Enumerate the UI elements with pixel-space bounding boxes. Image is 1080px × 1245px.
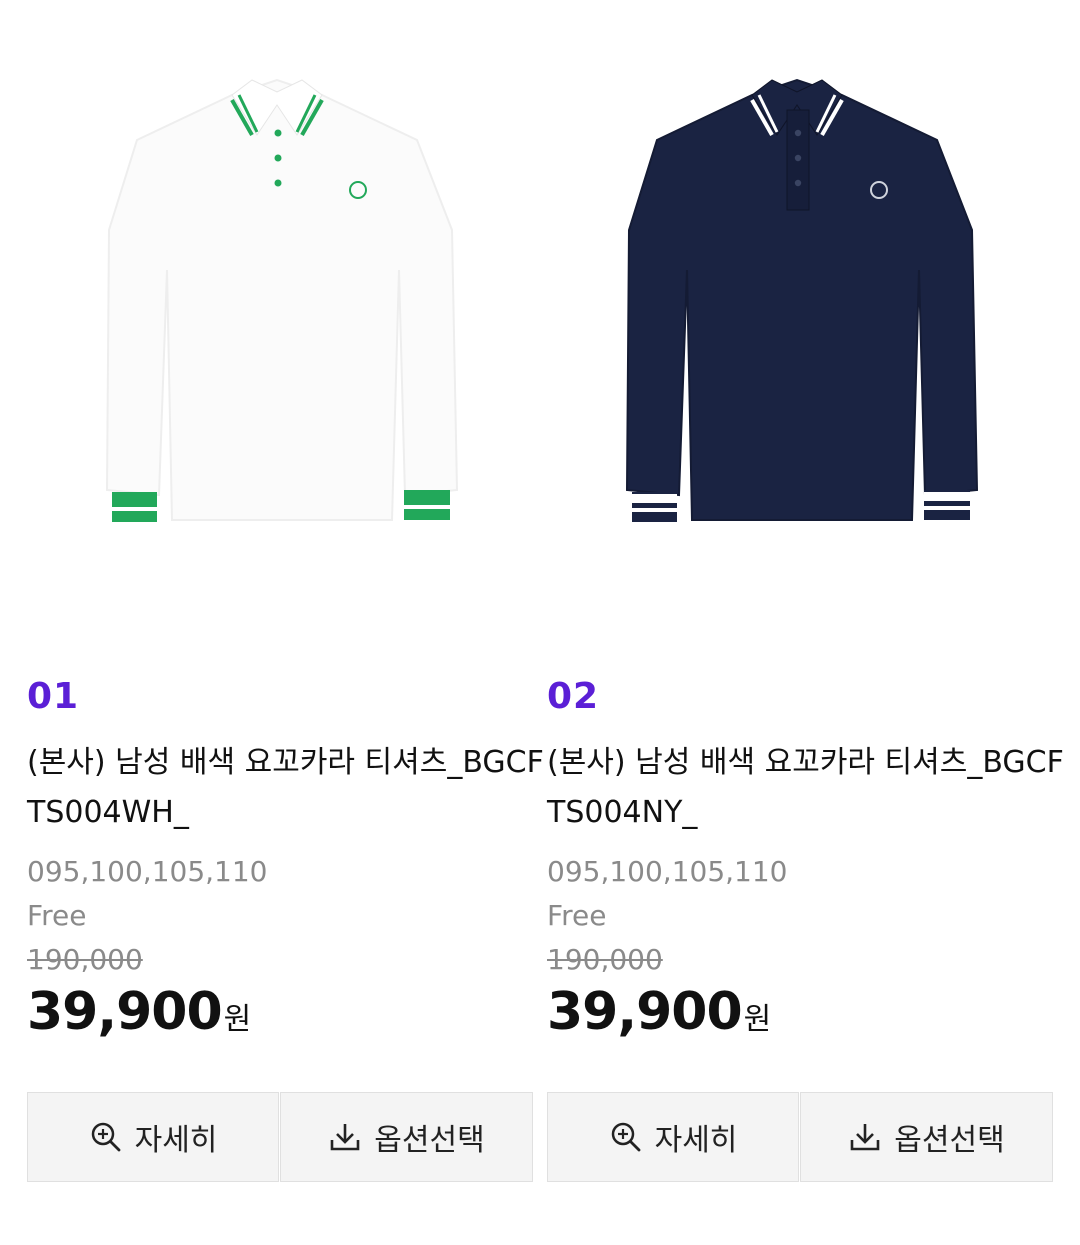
product-card: 01 (본사) 남성 배색 요꼬카라 티셔츠_BGCFTS004WH_ 095,… [27, 0, 544, 1245]
product-color-option: Free [547, 899, 607, 932]
product-index: 02 [547, 676, 600, 717]
zoom-in-icon [91, 1122, 120, 1152]
option-select-button[interactable]: 옵션선택 [280, 1092, 533, 1182]
option-select-label: 옵션선택 [894, 1123, 1005, 1158]
download-icon [330, 1124, 360, 1151]
sale-price: 39,900원 [547, 982, 771, 1042]
option-select-button[interactable]: 옵션선택 [800, 1092, 1053, 1182]
product-index: 01 [27, 676, 80, 717]
polo-shirt-white-image [105, 78, 459, 522]
sale-price-value: 39,900 [547, 982, 743, 1042]
product-image[interactable] [547, 0, 1053, 640]
original-price: 190,000 [547, 943, 663, 976]
product-sizes: 095,100,105,110 [27, 855, 268, 888]
sale-price: 39,900원 [27, 982, 251, 1042]
detail-button-label: 자세히 [134, 1123, 218, 1158]
polo-shirt-navy-image [625, 78, 979, 522]
currency-unit: 원 [223, 1002, 252, 1037]
product-color-option: Free [27, 899, 87, 932]
option-select-label: 옵션선택 [374, 1123, 485, 1158]
product-title[interactable]: (본사) 남성 배색 요꼬카라 티셔츠_BGCFTS004WH_ [27, 738, 547, 838]
detail-button[interactable]: 자세히 [27, 1092, 279, 1182]
zoom-in-icon [611, 1122, 640, 1152]
product-sizes: 095,100,105,110 [547, 855, 788, 888]
original-price: 190,000 [27, 943, 143, 976]
product-actions: 자세히 옵션선택 [547, 1092, 1053, 1184]
currency-unit: 원 [743, 1002, 772, 1037]
detail-button-label: 자세히 [654, 1123, 738, 1158]
detail-button[interactable]: 자세히 [547, 1092, 799, 1182]
download-icon [850, 1124, 880, 1151]
product-title[interactable]: (본사) 남성 배색 요꼬카라 티셔츠_BGCFTS004NY_ [547, 738, 1067, 838]
product-actions: 자세히 옵션선택 [27, 1092, 533, 1184]
product-card: 02 (본사) 남성 배색 요꼬카라 티셔츠_BGCFTS004NY_ 095,… [547, 0, 1064, 1245]
product-image[interactable] [27, 0, 533, 640]
sale-price-value: 39,900 [27, 982, 223, 1042]
product-grid: 01 (본사) 남성 배색 요꼬카라 티셔츠_BGCFTS004WH_ 095,… [0, 0, 1080, 1245]
